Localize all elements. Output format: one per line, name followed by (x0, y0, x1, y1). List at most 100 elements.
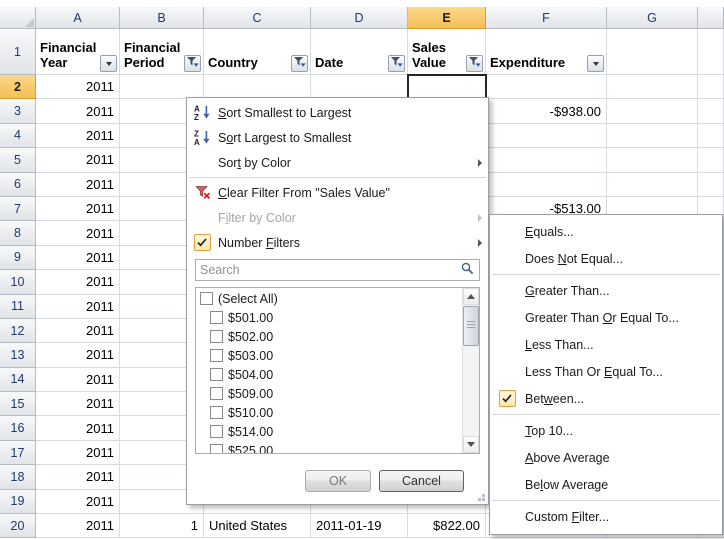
ok-button[interactable]: OK (305, 470, 371, 492)
header-cell-empty[interactable] (698, 29, 724, 75)
grid-cell[interactable]: 2011 (36, 441, 120, 465)
menu-item-filter-by-color[interactable]: Filter by Color (187, 205, 488, 230)
checkbox-icon[interactable] (210, 311, 223, 324)
checkbox-icon[interactable] (210, 425, 223, 438)
submenu-item[interactable]: Greater Than Or Equal To... (490, 304, 722, 331)
filter-value-item[interactable]: $509.00 (196, 384, 462, 403)
grid-cell[interactable]: 2011-01-19 (311, 514, 408, 538)
grid-cell[interactable]: 2011 (36, 295, 120, 319)
grid-cell[interactable]: 2011 (36, 124, 120, 148)
row-header-9[interactable]: 9 (0, 246, 36, 270)
grid-cell[interactable]: 2011 (36, 319, 120, 343)
grid-cell[interactable]: 2011 (36, 270, 120, 294)
grid-cell[interactable] (486, 75, 607, 99)
row-header-5[interactable]: 5 (0, 148, 36, 172)
checkbox-icon[interactable] (210, 368, 223, 381)
grid-cell[interactable] (204, 75, 311, 99)
row-header-18[interactable]: 18 (0, 465, 36, 489)
menu-item-sort-smallest-to-largest[interactable]: AZSort Smallest to Largest (187, 100, 488, 125)
column-header-e[interactable]: E (408, 7, 486, 29)
grid-cell[interactable] (607, 148, 698, 172)
filter-value-item[interactable]: $514.00 (196, 422, 462, 441)
filter-value-item[interactable]: $502.00 (196, 327, 462, 346)
row-header-3[interactable]: 3 (0, 99, 36, 123)
filter-button-c[interactable] (291, 55, 308, 72)
header-cell-d[interactable]: Date (311, 29, 408, 75)
grid-cell[interactable] (486, 173, 607, 197)
grid-cell[interactable] (698, 75, 724, 99)
filter-value-item[interactable]: $504.00 (196, 365, 462, 384)
column-header-g[interactable]: G (607, 7, 698, 29)
grid-cell[interactable] (486, 148, 607, 172)
submenu-item[interactable]: Between... (490, 385, 722, 412)
grid-cell[interactable] (607, 75, 698, 99)
row-header-20[interactable]: 20 (0, 514, 36, 538)
submenu-item[interactable]: Custom Filter... (490, 503, 722, 530)
row-header-2[interactable]: 2 (0, 75, 36, 99)
grid-cell[interactable]: 2011 (36, 148, 120, 172)
menu-item-sort-largest-to-smallest[interactable]: ZASort Largest to Smallest (187, 125, 488, 150)
column-header-c[interactable]: C (204, 7, 311, 29)
submenu-item[interactable]: Equals... (490, 218, 722, 245)
grid-cell[interactable]: $822.00 (408, 514, 486, 538)
checkbox-icon[interactable] (200, 292, 213, 305)
grid-cell[interactable] (486, 124, 607, 148)
row-header-11[interactable]: 11 (0, 295, 36, 319)
row-header-12[interactable]: 12 (0, 319, 36, 343)
row-header-19[interactable]: 19 (0, 490, 36, 514)
submenu-item[interactable]: Above Average (490, 444, 722, 471)
filter-value-item[interactable]: $525.00 (196, 441, 462, 453)
menu-item-clear-filter[interactable]: Clear Filter From "Sales Value" (187, 180, 488, 205)
filter-value-item[interactable]: (Select All) (196, 289, 462, 308)
grid-cell[interactable]: 1 (120, 514, 204, 538)
grid-cell[interactable]: 2011 (36, 514, 120, 538)
submenu-item[interactable]: Less Than Or Equal To... (490, 358, 722, 385)
grid-cell[interactable] (698, 99, 724, 123)
filter-button-a[interactable] (100, 55, 117, 72)
header-cell-e[interactable]: Sales Value (408, 29, 486, 75)
checkbox-icon[interactable] (210, 349, 223, 362)
filter-button-f[interactable] (587, 55, 604, 72)
row-header-10[interactable]: 10 (0, 270, 36, 294)
grid-cell[interactable]: 2011 (36, 416, 120, 440)
filter-button-b[interactable] (184, 55, 201, 72)
header-cell-b[interactable]: Financial Period (120, 29, 204, 75)
column-header-b[interactable]: B (120, 7, 204, 29)
checkbox-icon[interactable] (210, 330, 223, 343)
scrollbar[interactable] (462, 288, 479, 453)
grid-cell[interactable] (607, 173, 698, 197)
checkbox-icon[interactable] (210, 444, 223, 453)
grid-cell[interactable] (120, 75, 204, 99)
header-cell-empty[interactable] (607, 29, 698, 75)
row-header-14[interactable]: 14 (0, 368, 36, 392)
submenu-item[interactable]: Below Average (490, 471, 722, 498)
row-header-1[interactable]: 1 (0, 29, 36, 75)
column-header-d[interactable]: D (311, 7, 408, 29)
grid-cell[interactable] (311, 75, 408, 99)
grid-cell[interactable]: 2011 (36, 197, 120, 221)
header-cell-c[interactable]: Country (204, 29, 311, 75)
grid-cell[interactable] (607, 99, 698, 123)
submenu-item[interactable]: Greater Than... (490, 277, 722, 304)
grid-cell[interactable] (607, 124, 698, 148)
row-header-13[interactable]: 13 (0, 343, 36, 367)
submenu-item[interactable]: Top 10... (490, 417, 722, 444)
submenu-item[interactable]: Less Than... (490, 331, 722, 358)
grid-cell[interactable]: 2011 (36, 368, 120, 392)
column-header-a[interactable]: A (36, 7, 120, 29)
checkbox-icon[interactable] (210, 387, 223, 400)
filter-value-item[interactable]: $503.00 (196, 346, 462, 365)
grid-cell[interactable]: 2011 (36, 246, 120, 270)
grid-cell[interactable]: 2011 (36, 99, 120, 123)
header-cell-f[interactable]: Expenditure (486, 29, 607, 75)
grid-cell[interactable]: 2011 (36, 465, 120, 489)
grid-cell[interactable]: 2011 (36, 221, 120, 245)
menu-item-number-filters[interactable]: Number Filters (187, 230, 488, 255)
grid-cell[interactable] (698, 124, 724, 148)
row-header-16[interactable]: 16 (0, 416, 36, 440)
select-all-corner[interactable] (0, 7, 36, 29)
search-input[interactable] (200, 263, 460, 277)
grid-cell[interactable]: 2011 (36, 173, 120, 197)
row-header-8[interactable]: 8 (0, 221, 36, 245)
grid-cell[interactable]: 2011 (36, 75, 120, 99)
